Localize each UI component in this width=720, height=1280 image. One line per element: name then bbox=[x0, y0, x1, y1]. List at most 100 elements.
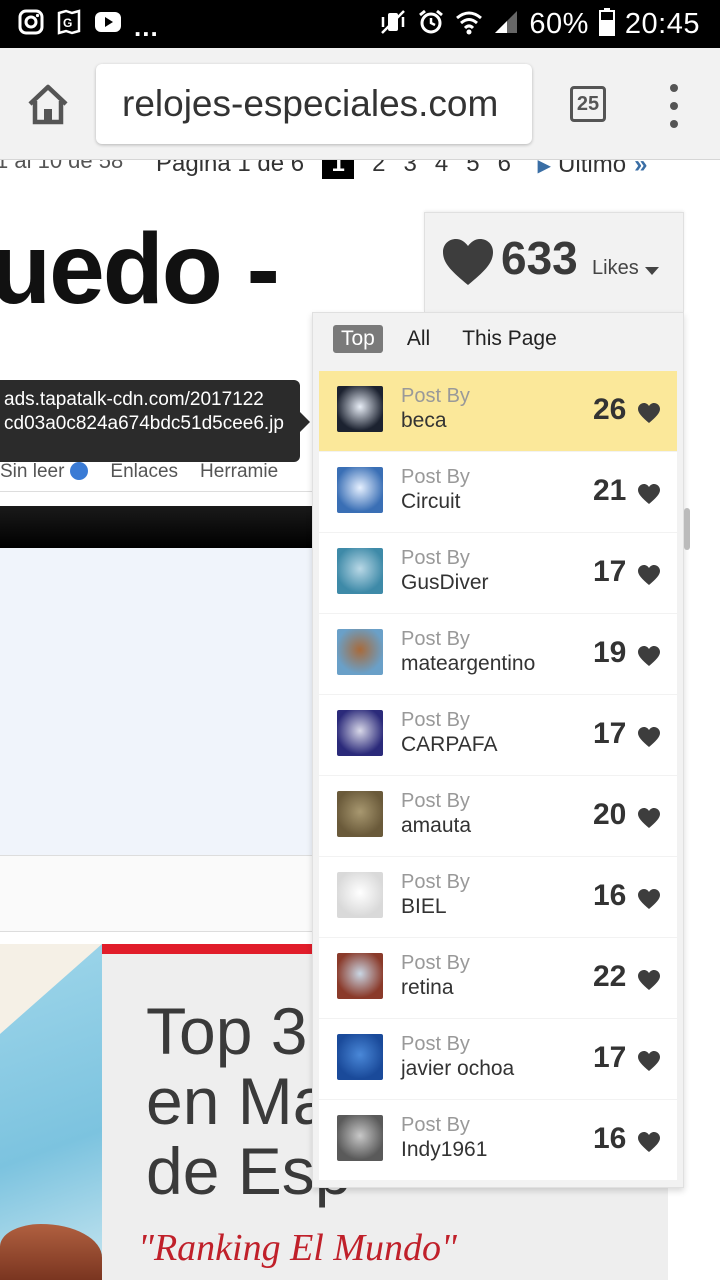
maps-icon: G bbox=[56, 8, 82, 40]
heart-icon bbox=[638, 970, 660, 990]
username[interactable]: amauta bbox=[401, 814, 471, 838]
like-count: 17 bbox=[593, 555, 627, 588]
like-count: 21 bbox=[593, 474, 627, 507]
avatar[interactable] bbox=[337, 791, 383, 837]
username[interactable]: javier ochoa bbox=[401, 1057, 514, 1081]
likes-row[interactable]: Post By GusDiver 17 bbox=[319, 533, 677, 613]
heart-icon bbox=[638, 727, 660, 747]
likes-label: Likes bbox=[592, 257, 639, 279]
username[interactable]: Circuit bbox=[401, 490, 461, 514]
pager-label: Página 1 de 6 bbox=[156, 160, 305, 177]
avatar[interactable] bbox=[337, 710, 383, 756]
pager-page-3[interactable]: 3 bbox=[403, 160, 416, 178]
like-count: 19 bbox=[593, 636, 627, 669]
youtube-icon bbox=[94, 11, 122, 38]
status-bar-right: 60% 20:45 bbox=[379, 7, 700, 41]
like-count: 17 bbox=[593, 1041, 627, 1074]
post-by-label: Post By bbox=[401, 1033, 470, 1055]
tooltip-line-1: ads.tapatalk-cdn.com/2017122 bbox=[4, 389, 264, 410]
nav-links[interactable]: Enlaces bbox=[110, 461, 178, 483]
avatar[interactable] bbox=[337, 953, 383, 999]
tooltip-line-2: cd03a0c824a674bdc51d5cee6.jp bbox=[4, 413, 284, 434]
username[interactable]: GusDiver bbox=[401, 571, 489, 595]
pager-last[interactable]: ▸ Último » bbox=[528, 160, 658, 182]
likes-row[interactable]: Post By retina 22 bbox=[319, 938, 677, 1018]
tab-this-page[interactable]: This Page bbox=[454, 325, 565, 353]
likes-row[interactable]: Post By BIEL 16 bbox=[319, 857, 677, 937]
likes-toggle[interactable]: 633 Likes bbox=[424, 212, 684, 312]
like-count: 26 bbox=[593, 393, 627, 426]
menu-icon bbox=[670, 84, 678, 92]
like-count: 16 bbox=[593, 1122, 627, 1155]
likes-row[interactable]: Post By CARPAFA 17 bbox=[319, 695, 677, 775]
username[interactable]: retina bbox=[401, 976, 454, 1000]
username[interactable]: CARPAFA bbox=[401, 733, 497, 757]
post-footer bbox=[0, 856, 320, 932]
status-bar-left: G ... bbox=[18, 8, 159, 42]
avatar[interactable] bbox=[337, 629, 383, 675]
post-body bbox=[0, 548, 320, 856]
url-text[interactable]: relojes-especiales.com bbox=[122, 83, 498, 125]
battery-icon bbox=[598, 7, 615, 41]
post-by-label: Post By bbox=[401, 1114, 470, 1136]
pagination: Página 1 de 6 1 2 3 4 5 6 bbox=[146, 160, 521, 180]
pager-page-4[interactable]: 4 bbox=[435, 160, 448, 178]
likes-row[interactable]: Post By Indy1961 16 bbox=[319, 1100, 677, 1180]
next-arrow-icon[interactable]: ▸ bbox=[538, 160, 550, 180]
post-by-label: Post By bbox=[401, 466, 470, 488]
username[interactable]: mateargentino bbox=[401, 652, 535, 676]
ad-subtitle: "Ranking El Mundo" bbox=[138, 1227, 457, 1269]
home-button[interactable] bbox=[24, 82, 72, 126]
username[interactable]: Indy1961 bbox=[401, 1138, 487, 1162]
wifi-icon bbox=[455, 9, 483, 40]
post-by-label: Post By bbox=[401, 709, 470, 731]
heart-icon bbox=[638, 1051, 660, 1071]
tab-top[interactable]: Top bbox=[333, 325, 383, 353]
nav-tools[interactable]: Herramie bbox=[200, 461, 278, 483]
username[interactable]: BIEL bbox=[401, 895, 447, 919]
avatar[interactable] bbox=[337, 548, 383, 594]
heart-icon bbox=[638, 484, 660, 504]
caret-down-icon bbox=[645, 267, 659, 275]
post-by-label: Post By bbox=[401, 790, 470, 812]
status-bar: G ... 60% 20:45 bbox=[0, 0, 720, 48]
avatar[interactable] bbox=[337, 1034, 383, 1080]
post-by-label: Post By bbox=[401, 952, 470, 974]
instagram-icon bbox=[18, 9, 44, 40]
heart-icon bbox=[638, 646, 660, 666]
username[interactable]: beca bbox=[401, 409, 447, 433]
pager-page-5[interactable]: 5 bbox=[466, 160, 479, 178]
like-count: 22 bbox=[593, 960, 627, 993]
menu-button[interactable] bbox=[662, 84, 686, 128]
post-by-label: Post By bbox=[401, 871, 470, 893]
heart-icon bbox=[638, 403, 660, 423]
likes-row[interactable]: Post By Circuit 21 bbox=[319, 452, 677, 532]
avatar[interactable] bbox=[337, 467, 383, 513]
avatar[interactable] bbox=[337, 386, 383, 432]
scrollbar-thumb[interactable] bbox=[684, 508, 690, 550]
likes-row[interactable]: Post By mateargentino 19 bbox=[319, 614, 677, 694]
pager-last-label[interactable]: Último bbox=[558, 160, 626, 179]
heart-icon bbox=[443, 239, 493, 285]
pager-page-2[interactable]: 2 bbox=[372, 160, 385, 178]
tab-all[interactable]: All bbox=[399, 325, 438, 353]
vibrate-icon bbox=[379, 8, 407, 41]
avatar[interactable] bbox=[337, 872, 383, 918]
tab-switcher-button[interactable]: 25 bbox=[570, 86, 606, 122]
like-count: 17 bbox=[593, 717, 627, 750]
likes-row[interactable]: Post By amauta 20 bbox=[319, 776, 677, 856]
likes-row[interactable]: Post By javier ochoa 17 bbox=[319, 1019, 677, 1099]
url-bar[interactable]: relojes-especiales.com bbox=[96, 64, 532, 144]
avatar[interactable] bbox=[337, 1115, 383, 1161]
svg-text:G: G bbox=[63, 16, 72, 30]
nav-unread[interactable]: Sin leer bbox=[0, 461, 89, 483]
post-by-label: Post By bbox=[401, 547, 470, 569]
pager-current-page[interactable]: 1 bbox=[322, 160, 355, 179]
likes-row[interactable]: Post By beca 26 bbox=[319, 371, 677, 451]
heart-icon bbox=[638, 1132, 660, 1152]
heart-icon bbox=[638, 808, 660, 828]
browser-toolbar: relojes-especiales.com 25 bbox=[0, 48, 720, 160]
page-title: uedo - bbox=[0, 213, 280, 325]
pager-page-6[interactable]: 6 bbox=[498, 160, 511, 178]
like-count: 16 bbox=[593, 879, 627, 912]
